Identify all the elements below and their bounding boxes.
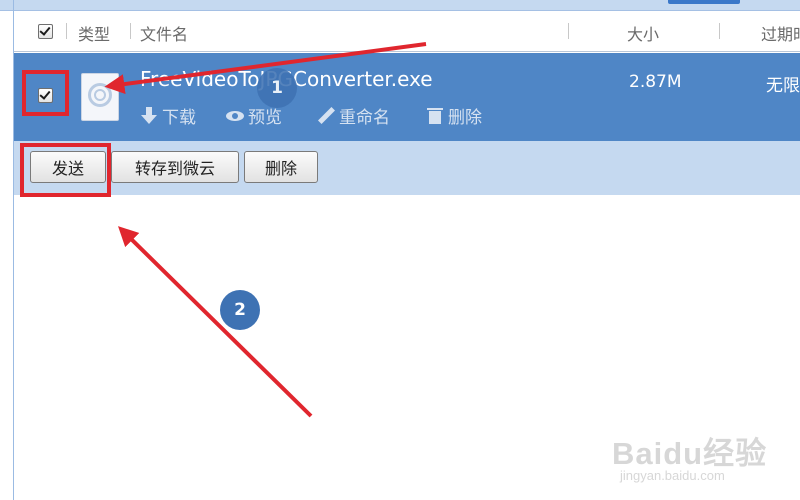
arrow-to-send-button: [118, 226, 313, 418]
step-badge-1: 1: [257, 68, 297, 108]
file-manager-page: 类型 文件名 大小 过期时 FreeVideoToJPGConverter.ex…: [0, 0, 800, 500]
watermark-url: jingyan.baidu.com: [620, 468, 725, 483]
step-badge-2: 2: [220, 290, 260, 330]
watermark-logo: Baidu经验: [612, 436, 768, 471]
annotation-arrows: [104, 42, 427, 418]
baidu-jingyan-watermark: Baidu经验 jingyan.baidu.com: [612, 428, 782, 490]
